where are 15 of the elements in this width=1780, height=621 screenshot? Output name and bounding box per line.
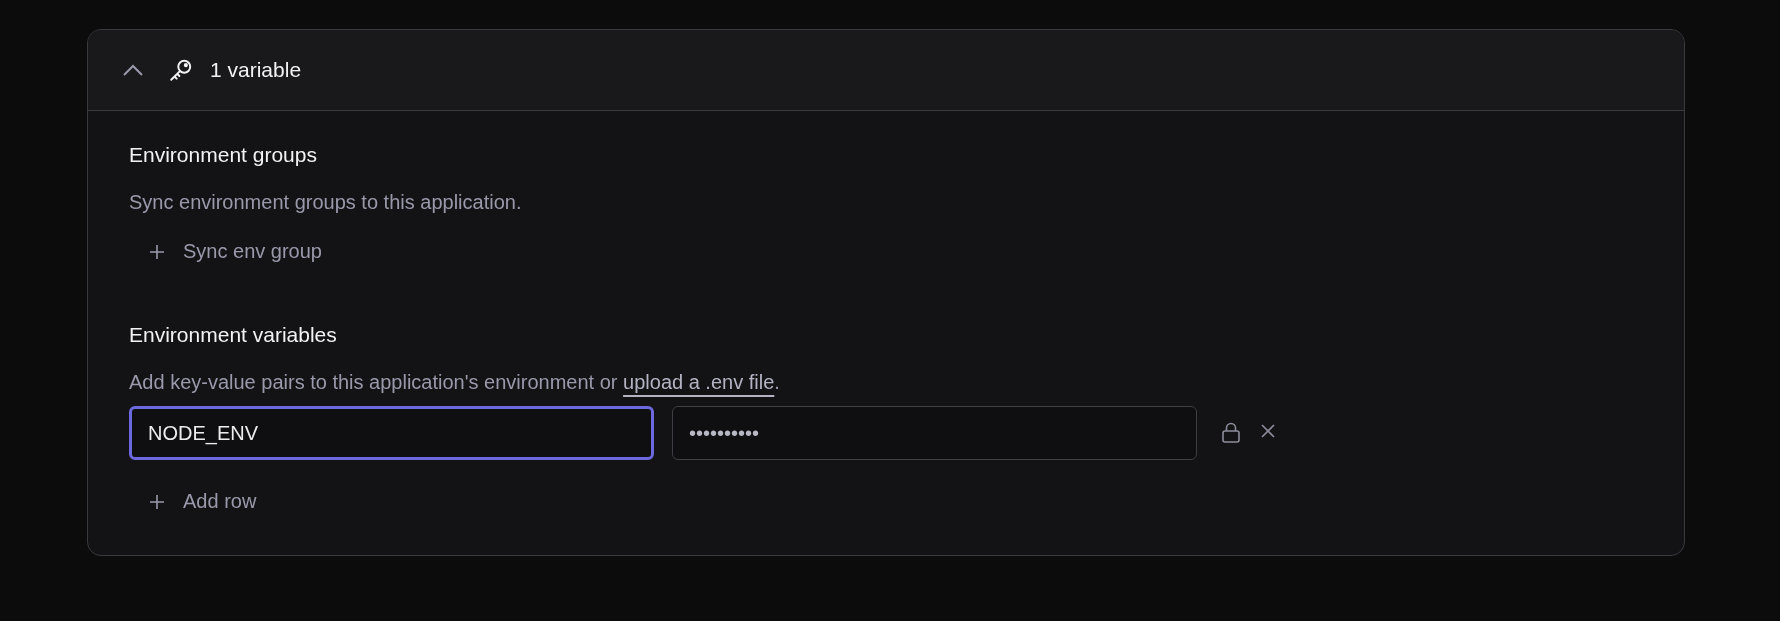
upload-env-link[interactable]: upload a .env file	[623, 371, 775, 393]
add-row-button[interactable]: Add row	[129, 484, 277, 519]
chevron-up-icon[interactable]	[122, 63, 144, 77]
section-description: Sync environment groups to this application.	[129, 191, 523, 214]
plus-icon	[149, 243, 165, 260]
key-input[interactable]: NODE_ENV	[129, 406, 654, 460]
panel-title: 1 variable	[210, 58, 302, 82]
section-heading: Environment groups	[129, 143, 318, 167]
sync-env-group-button[interactable]: Sync env group	[129, 234, 342, 269]
panel-header[interactable]: 1 variable	[88, 30, 1684, 111]
plus-icon	[149, 493, 165, 510]
key-icon	[168, 57, 194, 83]
section-description: Add key-value pairs to this application's environment or upload a .env file.	[129, 371, 781, 394]
value-input[interactable]: ••••••••••	[672, 406, 1197, 460]
section-heading: Environment variables	[129, 323, 338, 347]
